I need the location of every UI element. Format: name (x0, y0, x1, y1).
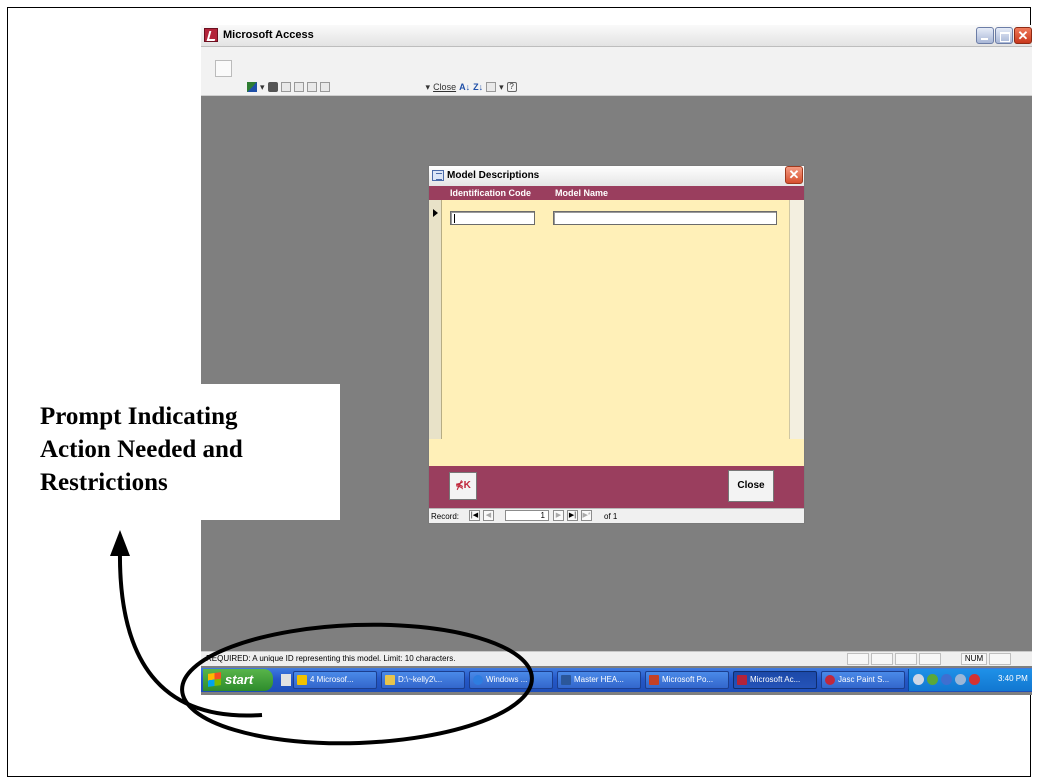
current-record-icon (433, 209, 438, 217)
record-selector[interactable] (429, 200, 442, 439)
vertical-scrollbar[interactable] (789, 200, 804, 439)
zoom-icon[interactable] (280, 82, 291, 92)
form-title: Model Descriptions (447, 170, 540, 181)
start-button[interactable]: start (203, 669, 273, 691)
first-record-button[interactable]: |◀ (469, 510, 480, 521)
zoom-dropdown-icon[interactable]: ▾ (426, 82, 431, 93)
model-name-field[interactable] (553, 211, 777, 225)
form-title-bar: Model Descriptions ✕ (429, 166, 804, 186)
tray-network-icon[interactable] (913, 674, 924, 685)
toolbar-close-button[interactable]: Close (433, 82, 456, 92)
sort-descending-icon[interactable]: Z↓ (473, 82, 483, 92)
tray-app-icon[interactable] (955, 674, 966, 685)
multiple-pages-icon[interactable] (319, 82, 330, 92)
tray-app-icon[interactable] (927, 674, 938, 685)
num-lock-indicator: NUM (961, 653, 987, 665)
previous-record-button[interactable]: ◀ (483, 510, 494, 521)
windows-logo-icon (208, 672, 221, 687)
identification-code-field[interactable] (450, 211, 535, 225)
taskbar-button-active[interactable]: Microsoft Ac... (733, 671, 817, 689)
form-view-toolbar: ▾ ▾ Close A↓ Z↓ ▾ ? (247, 79, 517, 95)
last-record-button[interactable]: ▶| (567, 510, 578, 521)
folder-icon (385, 675, 395, 685)
status-cell (871, 653, 893, 665)
task-icon (297, 675, 307, 685)
taskbar-button[interactable]: Windows ... (469, 671, 553, 689)
powerpoint-icon (649, 675, 659, 685)
status-cell (895, 653, 917, 665)
paint-shop-icon (825, 675, 835, 685)
record-number-input[interactable]: 1 (505, 510, 549, 521)
tray-app-icon[interactable] (941, 674, 952, 685)
model-descriptions-form: Model Descriptions ✕ Identification Code… (428, 165, 805, 524)
view-dropdown-icon[interactable]: ▾ (260, 82, 265, 93)
window-title: Microsoft Access (223, 29, 314, 41)
taskbar-clock: 3:40 PM (998, 674, 1028, 683)
form-footer: ⋠K Close (429, 466, 804, 508)
close-button[interactable]: Close (728, 470, 774, 502)
access-window: Microsoft Access ✕ ▾ ▾ Close A↓ Z↓ ▾ ? M… (201, 25, 1032, 695)
status-cell (989, 653, 1011, 665)
minimize-button[interactable] (976, 27, 994, 44)
taskbar-button[interactable]: 4 Microsof... (293, 671, 377, 689)
tray-security-icon[interactable] (969, 674, 980, 685)
record-navigation: Record: |◀ ◀ 1 ▶ ▶| ▶* of 1 (429, 508, 804, 523)
print-icon[interactable] (267, 82, 278, 92)
word-icon (561, 675, 571, 685)
quick-launch-icon[interactable] (281, 674, 291, 686)
form-close-icon[interactable]: ✕ (785, 166, 803, 184)
form-header: Identification Code Model Name (429, 186, 804, 200)
record-label: Record: (431, 512, 460, 521)
record-count: of 1 (604, 512, 618, 521)
document-icon[interactable] (215, 60, 232, 77)
one-page-icon[interactable] (293, 82, 304, 92)
annotation-text: Prompt Indicating Action Needed and Rest… (40, 403, 243, 496)
undo-button[interactable]: ⋠K (449, 472, 477, 500)
access-icon (737, 675, 747, 685)
help-icon[interactable]: ? (506, 82, 517, 92)
access-app-icon (204, 28, 218, 42)
taskbar-button[interactable]: D:\~kelly2\... (381, 671, 465, 689)
filter-icon[interactable] (486, 82, 497, 92)
identification-code-label: Identification Code (450, 188, 531, 198)
view-icon[interactable] (247, 82, 257, 92)
taskbar-button[interactable]: Microsoft Po... (645, 671, 729, 689)
annotation-callout: Prompt Indicating Action Needed and Rest… (8, 384, 340, 520)
status-bar: REQUIRED: A unique ID representing this … (201, 651, 1032, 666)
status-text: REQUIRED: A unique ID representing this … (206, 654, 456, 663)
windows-icon (473, 675, 483, 685)
toolbar-area: ▾ ▾ Close A↓ Z↓ ▾ ? (201, 47, 1032, 96)
taskbar-button[interactable]: Master HEA... (557, 671, 641, 689)
taskbar: start 4 Microsof... D:\~kelly2\... Windo… (201, 668, 1032, 692)
status-cell (919, 653, 941, 665)
close-window-button[interactable]: ✕ (1014, 27, 1032, 44)
taskbar-button[interactable]: Jasc Paint S... (821, 671, 905, 689)
new-record-button[interactable]: ▶* (581, 510, 592, 521)
two-pages-icon[interactable] (306, 82, 317, 92)
system-tray: 3:40 PM (908, 669, 1032, 691)
filter-dropdown-icon[interactable]: ▾ (499, 82, 504, 93)
form-icon (432, 170, 444, 181)
next-record-button[interactable]: ▶ (553, 510, 564, 521)
maximize-button[interactable] (995, 27, 1013, 44)
title-bar: Microsoft Access ✕ (201, 25, 1032, 47)
model-name-label: Model Name (555, 188, 609, 198)
sort-ascending-icon[interactable]: A↓ (459, 82, 470, 92)
status-cell (847, 653, 869, 665)
